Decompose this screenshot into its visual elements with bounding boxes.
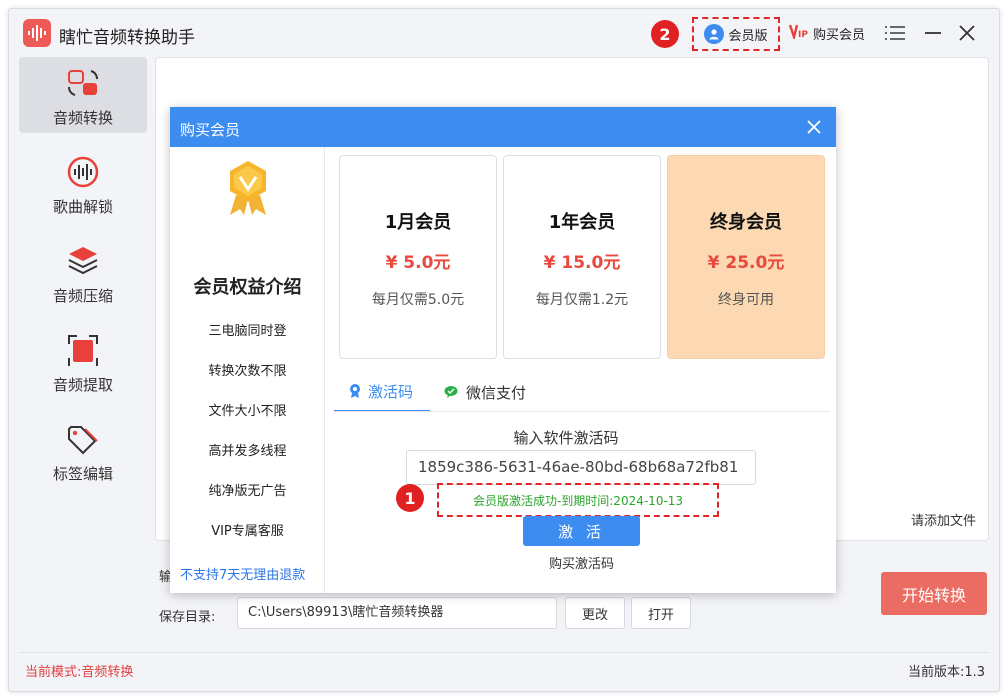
refund-note: 不支持7天无理由退款 bbox=[180, 568, 306, 583]
dialog-close-icon[interactable] bbox=[804, 117, 824, 137]
plan-card-1-year[interactable]: 1年会员 ¥ 15.0元 每月仅需1.2元 bbox=[503, 155, 661, 359]
sidebar-item-tag-edit[interactable]: 标签编辑 bbox=[19, 413, 147, 489]
save-dir-label: 保存目录: bbox=[159, 610, 216, 625]
plan-card-1-month[interactable]: 1月会员 ¥ 5.0元 每月仅需5.0元 bbox=[339, 155, 497, 359]
annotation-badge-2: 2 bbox=[651, 20, 679, 48]
activate-button[interactable]: 激 活 bbox=[523, 516, 640, 546]
benefit-item: 纯净版无广告 bbox=[208, 484, 287, 499]
extract-icon bbox=[68, 335, 98, 366]
badge-icon bbox=[350, 384, 360, 398]
benefits-title: 会员权益介绍 bbox=[193, 277, 302, 298]
sidebar-item-audio-compress[interactable]: 音频压缩 bbox=[19, 235, 147, 311]
benefit-item: VIP专属客服 bbox=[211, 524, 284, 539]
annotation-badge-1: 1 bbox=[396, 484, 424, 512]
plan-card-lifetime[interactable]: 终身会员 ¥ 25.0元 终身可用 bbox=[667, 155, 825, 359]
sidebar-item-label: 标签编辑 bbox=[52, 465, 113, 483]
plan-desc: 终身可用 bbox=[718, 292, 774, 308]
plan-name: 1年会员 bbox=[548, 212, 616, 233]
status-divider bbox=[19, 652, 989, 653]
titlebar: 瞎忙音频转换助手 2 会员版 IP 购买会员 bbox=[9, 9, 999, 57]
sidebar-item-label: 歌曲解锁 bbox=[52, 198, 113, 216]
svg-text:IP: IP bbox=[798, 30, 808, 39]
version-text: 当前版本:1.3 bbox=[907, 665, 985, 680]
plan-price: ¥ 5.0元 bbox=[385, 253, 451, 273]
plan-desc: 每月仅需5.0元 bbox=[371, 292, 465, 308]
app-title: 瞎忙音频转换助手 bbox=[59, 28, 195, 48]
plan-name: 1月会员 bbox=[384, 212, 452, 233]
plan-name: 终身会员 bbox=[710, 212, 782, 233]
medal-icon bbox=[226, 161, 270, 221]
benefit-item: 转换次数不限 bbox=[208, 364, 287, 379]
plan-price: ¥ 15.0元 bbox=[543, 253, 621, 273]
start-convert-button[interactable]: 开始转换 bbox=[881, 572, 987, 615]
activation-success-message: 会员版激活成功-到期时间:2024-10-13 bbox=[437, 483, 719, 517]
audio-convert-icon bbox=[68, 70, 98, 96]
activation-code-input[interactable]: 1859c386-5631-46ae-80bd-68b68a72fb81 bbox=[406, 450, 756, 485]
tab-label: 微信支付 bbox=[466, 383, 527, 402]
plan-desc: 每月仅需1.2元 bbox=[535, 292, 629, 308]
benefit-item: 三电脑同时登 bbox=[208, 324, 287, 339]
add-file-hint[interactable]: 请添加文件 bbox=[911, 510, 976, 529]
member-version-label: 会员版 bbox=[728, 28, 768, 44]
unlock-icon bbox=[67, 156, 99, 188]
change-dir-button[interactable]: 更改 bbox=[565, 597, 625, 629]
sidebar-item-audio-extract[interactable]: 音频提取 bbox=[19, 324, 147, 400]
open-dir-button[interactable]: 打开 bbox=[631, 597, 691, 629]
current-mode-text: 当前模式:音频转换 bbox=[25, 665, 134, 680]
sidebar-item-label: 音频压缩 bbox=[52, 287, 113, 305]
menu-icon[interactable] bbox=[883, 21, 907, 45]
tag-icon bbox=[68, 426, 98, 455]
tab-wechat-pay[interactable]: 微信支付 bbox=[444, 372, 526, 412]
tab-activation-code[interactable]: 激活码 bbox=[334, 372, 430, 412]
plan-price: ¥ 25.0元 bbox=[707, 253, 785, 273]
buy-member-button[interactable]: IP 购买会员 bbox=[788, 23, 866, 43]
minimize-icon[interactable] bbox=[921, 21, 945, 45]
user-avatar-icon bbox=[704, 24, 725, 44]
layers-icon bbox=[68, 247, 98, 275]
tab-divider bbox=[334, 411, 830, 412]
member-version-button[interactable]: 会员版 bbox=[692, 17, 780, 51]
close-icon[interactable] bbox=[955, 21, 979, 45]
dialog-header: 购买会员 bbox=[170, 107, 836, 147]
tab-label: 激活码 bbox=[368, 382, 414, 401]
vip-icon: IP bbox=[788, 23, 809, 43]
wechat-icon bbox=[444, 386, 458, 398]
sidebar-item-label: 音频提取 bbox=[52, 376, 113, 394]
save-dir-field[interactable]: C:\Users\89913\瞎忙音频转换器 bbox=[237, 597, 557, 629]
sidebar-item-audio-convert[interactable]: 音频转换 bbox=[19, 57, 147, 133]
buy-activation-code-link[interactable]: 购买激活码 bbox=[523, 553, 640, 572]
activation-code-label: 输入软件激活码 bbox=[513, 429, 619, 447]
benefit-item: 文件大小不限 bbox=[208, 404, 287, 419]
buy-member-dialog: 购买会员 会员权益介绍 三电脑同时登 转换次数不限 文件大小不限 高并发多线程 … bbox=[170, 107, 836, 593]
sidebar-item-label: 音频转换 bbox=[52, 109, 113, 127]
dialog-title: 购买会员 bbox=[180, 121, 241, 139]
buy-member-label: 购买会员 bbox=[813, 27, 866, 43]
sidebar-item-song-unlock[interactable]: 歌曲解锁 bbox=[19, 146, 147, 222]
benefit-item: 高并发多线程 bbox=[208, 444, 287, 459]
app-logo-icon bbox=[23, 19, 51, 47]
benefits-panel: 会员权益介绍 三电脑同时登 转换次数不限 文件大小不限 高并发多线程 纯净版无广… bbox=[170, 147, 325, 593]
